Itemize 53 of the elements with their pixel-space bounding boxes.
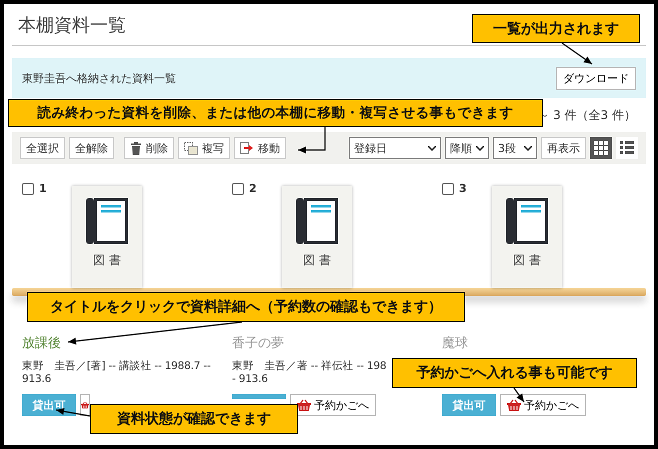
chevron-icon bbox=[428, 146, 436, 150]
cover-label: 図 書 bbox=[93, 252, 121, 269]
item-checkbox[interactable] bbox=[442, 182, 454, 194]
select-button[interactable]: 全選択 bbox=[20, 137, 65, 159]
copy-button[interactable]: 複写 bbox=[178, 137, 230, 159]
copy-icon bbox=[184, 142, 198, 154]
sort-dropdown[interactable]: 登録日 bbox=[349, 137, 441, 159]
item-number: 1 bbox=[39, 182, 47, 195]
item-title-link[interactable]: 放課後 bbox=[22, 336, 61, 351]
basket-icon bbox=[297, 399, 311, 411]
book-icon bbox=[296, 198, 338, 244]
basket-button[interactable]: 予約かごへ bbox=[290, 394, 376, 416]
item-meta: 東野 圭吾／著 -- 祥伝社 -- 198 bbox=[232, 360, 386, 372]
chevron-icon bbox=[524, 146, 532, 150]
delete-button[interactable]: 削除 bbox=[124, 137, 174, 159]
arrow bbox=[514, 388, 524, 402]
item-checkbox[interactable] bbox=[22, 182, 34, 194]
annotation-callout: 読み終わった資料を削除、または他の本棚に移動・複写させる事もできます bbox=[8, 99, 543, 127]
chevron-icon bbox=[476, 146, 484, 150]
arrow bbox=[56, 408, 90, 417]
cover-label: 図 書 bbox=[303, 252, 331, 269]
move-button[interactable]: 移動 bbox=[234, 137, 286, 159]
basket-button[interactable]: 予約かごへ bbox=[500, 394, 586, 416]
book-icon bbox=[86, 198, 128, 244]
basket-icon bbox=[507, 399, 521, 411]
list-view-button[interactable] bbox=[616, 137, 638, 159]
trash-icon bbox=[130, 142, 142, 154]
book-icon bbox=[506, 198, 548, 244]
sort-dropdown[interactable]: 3段 bbox=[493, 137, 537, 159]
move-icon bbox=[240, 142, 254, 154]
annotation-callout: タイトルをクリックで資料詳細へ（予約数の確認もできます） bbox=[27, 292, 465, 322]
item-meta: 東野 圭吾／[著] -- 講談社 -- 1988.7 -- 913.6 bbox=[22, 360, 211, 385]
select-button[interactable]: 全解除 bbox=[69, 137, 114, 159]
grid-view-button[interactable] bbox=[590, 137, 612, 159]
basket-button[interactable] bbox=[80, 394, 90, 416]
item-number: 2 bbox=[249, 182, 257, 195]
book-cover[interactable]: 図 書 bbox=[282, 186, 352, 288]
arrow bbox=[562, 42, 592, 64]
sort-dropdown[interactable]: 降順 bbox=[445, 137, 489, 159]
annotation-callout: 予約かごへ入れる事も可能です bbox=[392, 358, 637, 388]
item-meta: - 913.6 bbox=[232, 373, 268, 385]
annotation-callout: 資料状態が確認できます bbox=[90, 404, 298, 434]
arrow bbox=[298, 127, 326, 154]
item-checkbox[interactable] bbox=[232, 182, 244, 194]
cover-label: 図 書 bbox=[513, 252, 541, 269]
annotation-callout: 一覧が出力されます bbox=[472, 14, 640, 43]
banner-text: 東野圭吾へ格納された資料一覧 bbox=[22, 70, 176, 86]
book-cover[interactable]: 図 書 bbox=[72, 186, 142, 288]
item-number: 3 bbox=[459, 182, 467, 195]
basket-icon bbox=[81, 399, 89, 411]
refresh-button[interactable]: 再表示 bbox=[541, 137, 586, 159]
download-button[interactable]: ダウンロード bbox=[556, 66, 636, 90]
book-cover[interactable]: 図 書 bbox=[492, 186, 562, 288]
